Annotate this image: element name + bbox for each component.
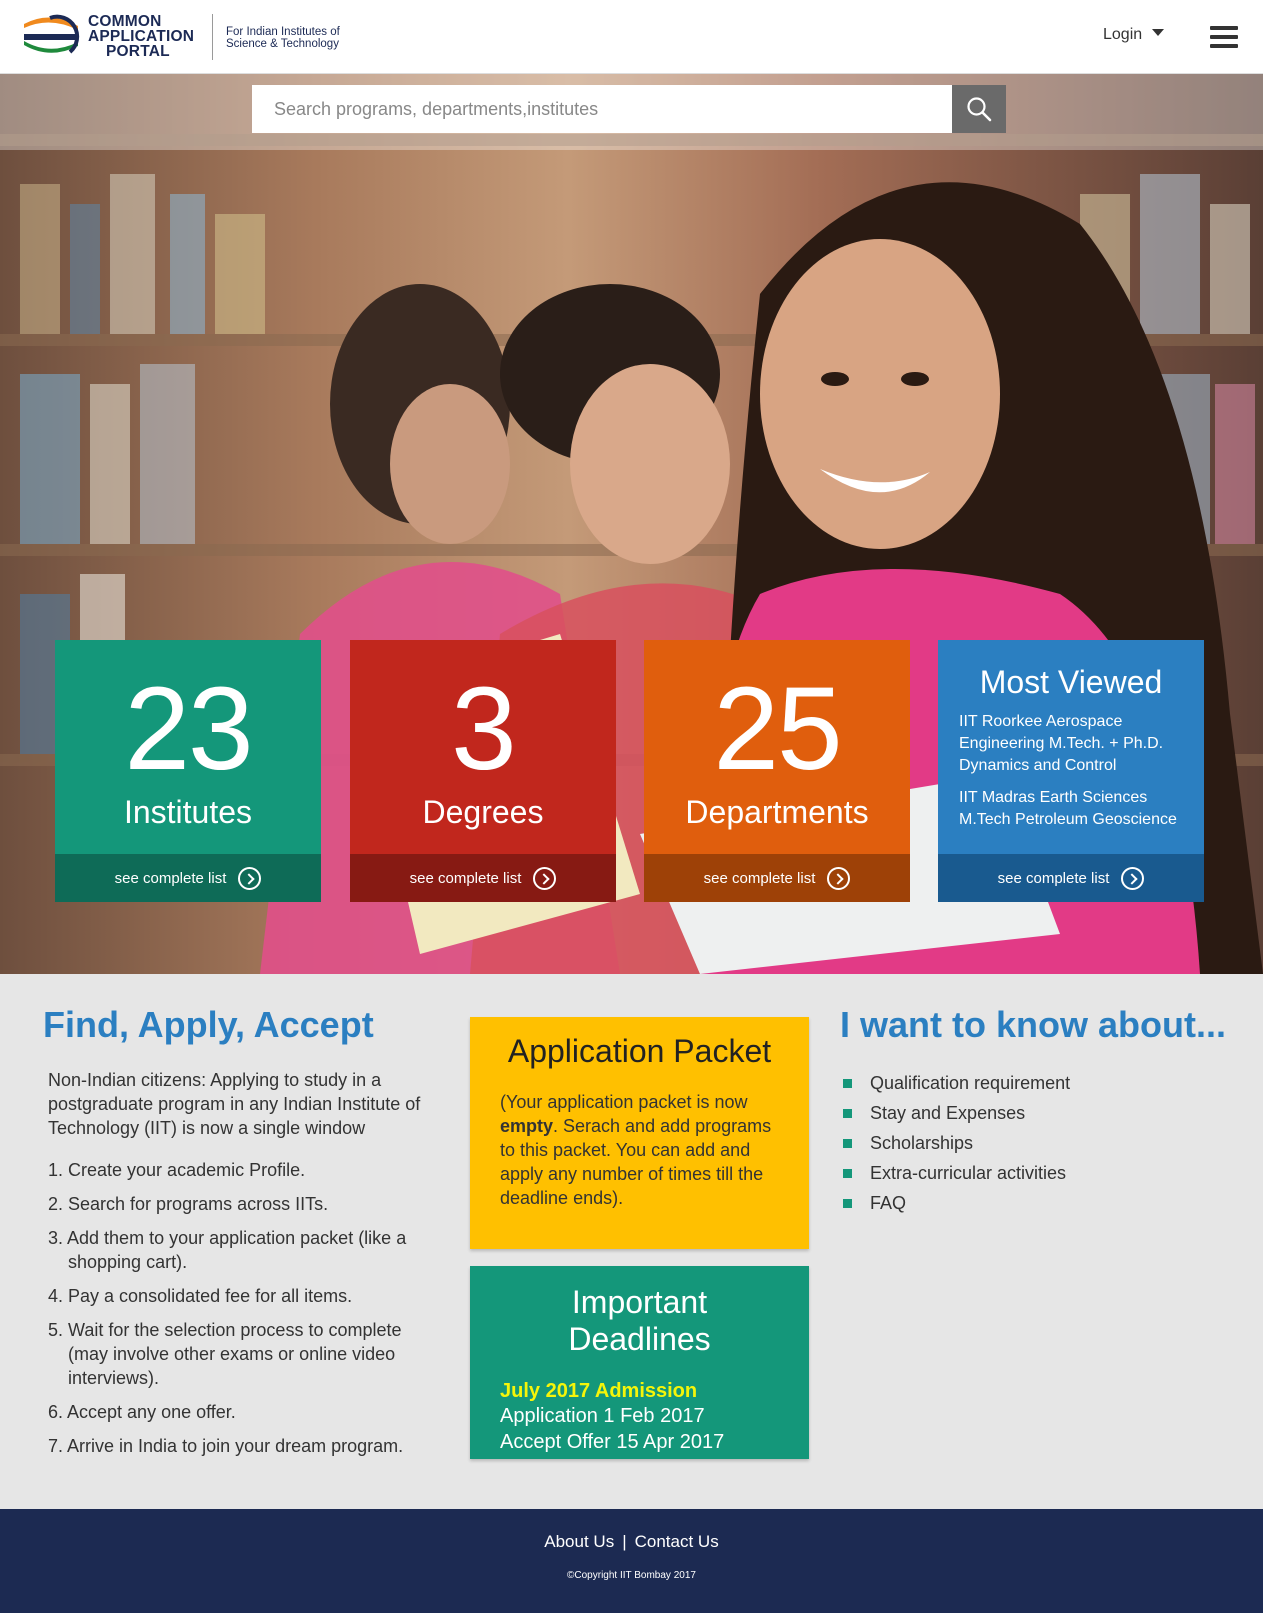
institutes-tile: 23 Institutes see complete list: [55, 640, 321, 902]
step-item: 3. Add them to your application packet (…: [48, 1228, 407, 1272]
degrees-label: Degrees: [422, 794, 544, 830]
arrow-circle-right-icon: [533, 866, 557, 890]
most-viewed-see-list-link[interactable]: see complete list: [938, 854, 1204, 902]
see-list-label: see complete list: [114, 869, 227, 887]
find-apply-heading: Find, Apply, Accept: [43, 1004, 374, 1045]
departments-label: Departments: [685, 794, 869, 830]
important-deadlines-card: Important Deadlines July 2017 Admission …: [470, 1266, 809, 1459]
deadline-accept-offer: Accept Offer 15 Apr 2017: [500, 1431, 725, 1453]
step-item: 4. Pay a consolidated fee for all items.: [48, 1286, 353, 1306]
search-icon: [967, 97, 992, 122]
most-viewed-title: Most Viewed: [979, 664, 1163, 700]
see-list-label: see complete list: [409, 869, 522, 887]
know-about-item-extracurricular[interactable]: Extra-curricular activities: [840, 1158, 1240, 1188]
packet-text: (Your application packet is now empty. S…: [500, 1090, 779, 1210]
see-list-label: see complete list: [997, 869, 1110, 887]
deadlines-admission: July 2017 Admission: [500, 1380, 698, 1402]
institutes-tile-body: 23 Institutes: [55, 640, 321, 854]
packet-empty-status: empty: [500, 1116, 554, 1136]
step-item: 5. Wait for the selection process to com…: [48, 1320, 402, 1388]
steps-list: 1. Create your academic Profile. 2. Sear…: [43, 1158, 443, 1458]
step-item: 6. Accept any one offer.: [48, 1402, 236, 1422]
logo-wordmark: COMMON APPLICATION PORTAL: [88, 13, 195, 60]
portal-logo-icon[interactable]: [20, 12, 82, 60]
tagline-line-2: Science & Technology: [226, 38, 339, 50]
packet-title: Application Packet: [507, 1033, 772, 1069]
most-viewed-tile-body: Most Viewed IIT Roorkee Aerospace Engine…: [938, 640, 1204, 854]
footer-links: About Us | Contact Us: [0, 1532, 1263, 1552]
degrees-tile: 3 Degrees see complete list: [350, 640, 616, 902]
logo-line-3: PORTAL: [106, 43, 170, 60]
know-about-list: Qualification requirement Stay and Expen…: [840, 1068, 1240, 1218]
departments-see-list-link[interactable]: see complete list: [644, 854, 910, 902]
find-apply-intro: Non-Indian citizens: Applying to study i…: [48, 1070, 421, 1138]
deadlines-title: Important Deadlines: [568, 1284, 711, 1357]
know-about-item-faq[interactable]: FAQ: [840, 1188, 1240, 1218]
login-dropdown[interactable]: Login: [1103, 26, 1165, 44]
tagline-line-1: For Indian Institutes of: [226, 26, 340, 38]
degrees-count: 3: [451, 663, 517, 795]
most-viewed-tile: Most Viewed IIT Roorkee Aerospace Engine…: [938, 640, 1204, 902]
departments-count: 25: [713, 663, 842, 795]
deadline-application: Application 1 Feb 2017: [500, 1405, 705, 1427]
logo-divider: [212, 14, 213, 60]
application-packet-card[interactable]: Application Packet (Your application pac…: [470, 1017, 809, 1249]
site-header: COMMON APPLICATION PORTAL For Indian Ins…: [0, 0, 1263, 74]
hero-banner: 23 Institutes see complete list 3 Degree…: [0, 74, 1263, 974]
degrees-tile-body: 3 Degrees: [350, 640, 616, 854]
know-about-heading: I want to know about...: [840, 1004, 1226, 1045]
arrow-circle-right-icon: [1121, 866, 1145, 890]
know-about-item-scholarships[interactable]: Scholarships: [840, 1128, 1240, 1158]
departments-tile: 25 Departments see complete list: [644, 640, 910, 902]
step-item: 1. Create your academic Profile.: [48, 1160, 306, 1180]
arrow-circle-right-icon: [238, 866, 262, 890]
tagline: For Indian Institutes of Science & Techn…: [226, 26, 340, 50]
step-item: 2. Search for programs across IITs.: [48, 1194, 329, 1214]
institutes-label: Institutes: [123, 794, 253, 830]
search-bar: [0, 74, 1263, 150]
logo-line-1: COMMON: [88, 13, 162, 30]
know-about-item-stay[interactable]: Stay and Expenses: [840, 1098, 1240, 1128]
site-footer: About Us | Contact Us ©Copyright IIT Bomba…: [0, 1509, 1263, 1613]
most-viewed-item[interactable]: IIT Roorkee Aerospace Engineering M.Tech…: [938, 711, 1204, 777]
degrees-see-list-link[interactable]: see complete list: [350, 854, 616, 902]
main-content: Find, Apply, Accept Non-Indian citizens:…: [0, 974, 1263, 1509]
hamburger-menu-icon[interactable]: [1210, 26, 1238, 48]
login-label: Login: [1103, 26, 1143, 43]
know-about-section: I want to know about... Qualification re…: [840, 1004, 1240, 1218]
departments-tile-body: 25 Departments: [644, 640, 910, 854]
arrow-circle-right-icon: [827, 866, 851, 890]
search-input[interactable]: [252, 85, 952, 133]
see-list-label: see complete list: [703, 869, 816, 887]
packet-text-part: (Your application packet is now: [500, 1092, 748, 1112]
contact-us-link[interactable]: Contact Us: [635, 1532, 719, 1551]
search-button[interactable]: [952, 85, 1006, 133]
find-apply-section: Find, Apply, Accept Non-Indian citizens:…: [43, 1004, 443, 1468]
logo-line-2: APPLICATION: [88, 28, 195, 45]
most-viewed-item[interactable]: IIT Madras Earth Sciences M.Tech Petrole…: [938, 787, 1204, 831]
institutes-count: 23: [124, 663, 253, 795]
institutes-see-list-link[interactable]: see complete list: [55, 854, 321, 902]
step-item: 7. Arrive in India to join your dream pr…: [48, 1436, 404, 1456]
footer-separator: |: [622, 1532, 627, 1551]
copyright: ©Copyright IIT Bombay 2017: [567, 1570, 696, 1581]
know-about-item-qualification[interactable]: Qualification requirement: [840, 1068, 1240, 1098]
caret-down-icon: [1152, 29, 1165, 37]
about-us-link[interactable]: About Us: [544, 1532, 614, 1551]
